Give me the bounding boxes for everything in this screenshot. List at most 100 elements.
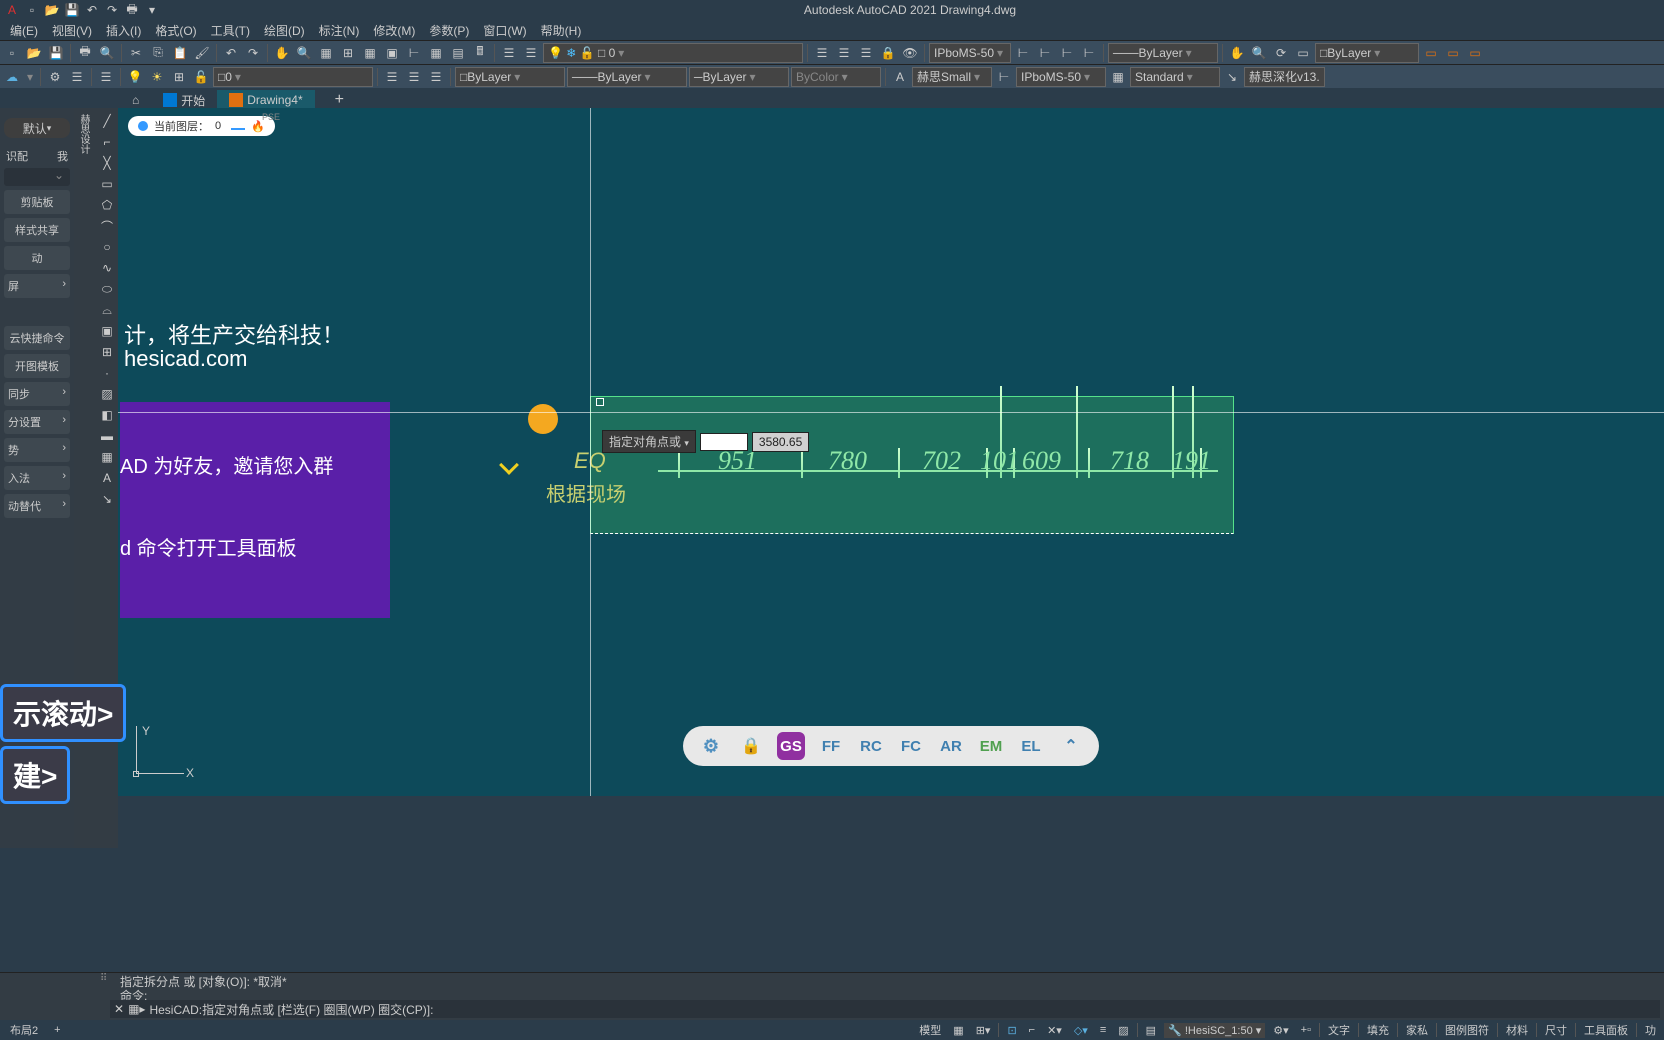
tool-lyrprop-icon[interactable]: ☰ — [426, 67, 446, 87]
tool-dim2-icon[interactable]: ⊢ — [1013, 43, 1033, 63]
tool-bulb-icon[interactable]: 💡 — [125, 67, 145, 87]
dock-gear-icon[interactable]: ⚙ — [697, 732, 725, 760]
tool-ext2-icon[interactable]: ▭ — [1443, 43, 1463, 63]
side-gesture[interactable]: 势› — [4, 438, 70, 462]
tool-zoom-icon[interactable]: 🔍 — [294, 43, 314, 63]
draw-circle-icon[interactable]: ○ — [97, 237, 117, 257]
tool-layerlock-icon[interactable]: 🔒 — [878, 43, 898, 63]
status-legend[interactable]: 图例图符 — [1441, 1022, 1493, 1038]
tool-dim3-icon[interactable]: ⊢ — [1035, 43, 1055, 63]
lineweight-dropdown[interactable]: ─ ByLayer▾ — [689, 67, 789, 87]
plotstyle-dropdown[interactable]: ByColor▾ — [791, 67, 881, 87]
side-input[interactable]: 入法› — [4, 466, 70, 490]
tool-open-icon[interactable]: 📂 — [24, 43, 44, 63]
tool-path-icon[interactable]: ⊞ — [169, 67, 189, 87]
layer-indicator-chip[interactable]: 当前图层： 0 🔥 — [128, 116, 275, 136]
side-clipboard[interactable]: 剪贴板 — [4, 190, 70, 214]
status-dwg-icon[interactable]: ▤ — [1142, 1022, 1160, 1039]
layout-add[interactable]: + — [48, 1022, 66, 1038]
status-hatch[interactable]: 填充 — [1363, 1022, 1393, 1038]
side-sync[interactable]: 同步› — [4, 382, 70, 406]
tool-layeriso-icon[interactable]: ☰ — [812, 43, 832, 63]
layout-tab[interactable]: 布局2 — [4, 1020, 44, 1040]
tool-sun-icon[interactable]: ☀ — [147, 67, 167, 87]
tool-calc-icon[interactable]: 🖩 — [470, 43, 490, 63]
linetype2-dropdown[interactable]: □ ByLayer▾ — [1315, 43, 1419, 63]
side-move[interactable]: 动 — [4, 246, 70, 270]
tool-layers-icon[interactable]: ☰ — [67, 67, 87, 87]
draw-hatch-icon[interactable]: ▨ — [97, 384, 117, 404]
side-screen[interactable]: 屏› — [4, 274, 70, 298]
status-text[interactable]: 文字 — [1324, 1022, 1354, 1038]
textstyle-dropdown[interactable]: 赫思Small▾ — [912, 67, 992, 87]
status-osnap-icon[interactable]: ◇▾ — [1070, 1022, 1092, 1039]
tool-save-icon[interactable]: 💾 — [46, 43, 66, 63]
color-dropdown[interactable]: □ ByLayer▾ — [455, 67, 565, 87]
tool-select-icon[interactable]: ▭ — [1293, 43, 1313, 63]
draw-ellipse-icon[interactable]: ⬭ — [97, 279, 117, 299]
tool-preview-icon[interactable]: 🔍 — [97, 43, 117, 63]
tool-mleader-icon[interactable]: ↘ — [1222, 67, 1242, 87]
drawing-canvas[interactable]: 当前图层： 0 🔥 PSE 计，将生产交给科技！ hesicad.com AD … — [118, 108, 1664, 796]
qat-save-icon[interactable]: 💾 — [64, 2, 80, 18]
qat-new-icon[interactable]: ▫ — [24, 2, 40, 18]
layer-dropdown[interactable]: 💡 ❄ 🔓 □ 0 ▾ — [543, 43, 803, 63]
status-material[interactable]: 材料 — [1502, 1022, 1532, 1038]
tool-grid2-icon[interactable]: ▦ — [360, 43, 380, 63]
linetype-dropdown-2[interactable]: ─── ByLayer▾ — [567, 67, 687, 87]
status-grid2-icon[interactable]: ⊞▾ — [972, 1022, 995, 1039]
tool-dim-icon[interactable]: ⊢ — [404, 43, 424, 63]
tool-redo-icon[interactable]: ↷ — [243, 43, 263, 63]
dock-lock-icon[interactable]: 🔒 — [737, 732, 765, 760]
status-ortho-icon[interactable]: ⌐ — [1025, 1022, 1039, 1038]
command-grip-icon[interactable]: ⠿ — [100, 973, 107, 984]
tool-table-icon[interactable]: ▦ — [426, 43, 446, 63]
tool-pan-icon[interactable]: ✋ — [272, 43, 292, 63]
draw-mleader-icon[interactable]: ↘ — [97, 489, 117, 509]
status-model[interactable]: 模型 — [915, 1020, 945, 1040]
tool-cloud-icon[interactable]: ☁ — [2, 67, 22, 87]
menu-help[interactable]: 帮助(H) — [535, 20, 588, 41]
draw-block-icon[interactable]: ▣ — [97, 321, 117, 341]
status-lwt-icon[interactable]: ≡ — [1096, 1022, 1110, 1038]
dock-ff-button[interactable]: FF — [817, 732, 845, 760]
tool-paste-icon[interactable]: 📋 — [170, 43, 190, 63]
command-prompt-row[interactable]: ✕ ▦▸ HesiCAD:指定对角点或 [栏选(F) 圈围(WP) 圈交(CP)… — [110, 1000, 1660, 1018]
menu-tools[interactable]: 工具(T) — [205, 20, 256, 41]
menu-dimension[interactable]: 标注(N) — [313, 20, 366, 41]
tool-undo-icon[interactable]: ↶ — [221, 43, 241, 63]
dock-el-button[interactable]: EL — [1017, 732, 1045, 760]
dock-em-button[interactable]: EM — [977, 732, 1005, 760]
tool-ext1-icon[interactable]: ▭ — [1421, 43, 1441, 63]
tool-hand-icon[interactable]: ✋ — [1227, 43, 1247, 63]
qat-redo-icon[interactable]: ↷ — [104, 2, 120, 18]
dock-chevron-icon[interactable]: ⌃ — [1057, 732, 1085, 760]
tool-snap-icon[interactable]: ⊞ — [338, 43, 358, 63]
tool-block-icon[interactable]: ▣ — [382, 43, 402, 63]
dropdown-icon[interactable]: ▾ — [24, 70, 36, 84]
menu-window[interactable]: 窗口(W) — [477, 20, 532, 41]
status-furniture[interactable]: 家私 — [1402, 1022, 1432, 1038]
draw-ellipsearc-icon[interactable]: ⌓ — [97, 300, 117, 320]
draw-gradient-icon[interactable]: ◧ — [97, 405, 117, 425]
tab-home[interactable]: ⌂ — [120, 90, 151, 110]
menu-parametric[interactable]: 参数(P) — [423, 20, 475, 41]
status-scale[interactable]: 🔧 !HesiSC_1:50 ▾ — [1164, 1023, 1265, 1038]
tool-cut-icon[interactable]: ✂ — [126, 43, 146, 63]
dock-ar-button[interactable]: AR — [937, 732, 965, 760]
dock-rc-button[interactable]: RC — [857, 732, 885, 760]
close-icon[interactable]: ✕ — [114, 1002, 124, 1016]
dyn-field[interactable] — [700, 433, 748, 451]
tab-drawing4[interactable]: Drawing4* — [217, 90, 314, 110]
autocad-logo[interactable]: A — [4, 2, 20, 18]
tool-tablestyle-icon[interactable]: ▦ — [1108, 67, 1128, 87]
status-gear-icon[interactable]: ⚙▾ — [1269, 1022, 1292, 1039]
tool-copy-icon[interactable]: ⎘ — [148, 43, 168, 63]
status-grid-icon[interactable]: ▦ — [949, 1022, 967, 1039]
side-settings[interactable]: 分设置› — [4, 410, 70, 434]
tool-lyr-icon[interactable]: ☰ — [96, 67, 116, 87]
tool-orbit-icon[interactable]: ⟳ — [1271, 43, 1291, 63]
tool-new-icon[interactable]: ▫ — [2, 43, 22, 63]
status-polar-icon[interactable]: ✕▾ — [1043, 1022, 1066, 1039]
tool-grid-icon[interactable]: ▦ — [316, 43, 336, 63]
